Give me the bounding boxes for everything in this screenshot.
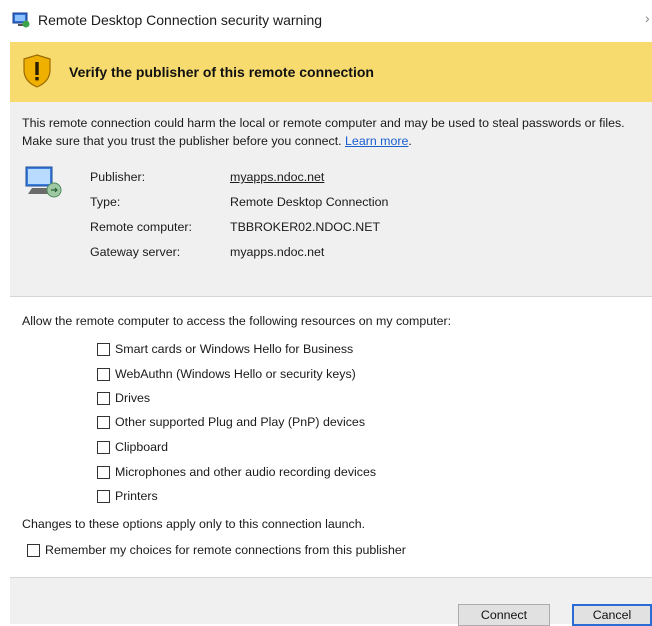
checkbox[interactable] bbox=[97, 489, 110, 503]
option-label: Other supported Plug and Play (PnP) devi… bbox=[115, 415, 366, 429]
publisher-link[interactable]: myapps.ndoc.net bbox=[230, 170, 324, 184]
warning-text: This remote connection could harm the lo… bbox=[22, 116, 625, 148]
option-label: Microphones and other audio recording de… bbox=[115, 465, 377, 479]
resources-intro: Allow the remote computer to access the … bbox=[22, 314, 452, 328]
remote-desktop-icon bbox=[12, 12, 30, 28]
connection-details-section: This remote connection could harm the lo… bbox=[10, 102, 652, 297]
remote-computer-value: TBBROKER02.NDOC.NET bbox=[230, 220, 381, 234]
option-drives[interactable]: Drives bbox=[97, 389, 150, 407]
remember-choices-option[interactable]: Remember my choices for remote connectio… bbox=[27, 541, 406, 559]
option-label: Clipboard bbox=[115, 440, 169, 454]
option-webauthn[interactable]: WebAuthn (Windows Hello or security keys… bbox=[97, 365, 356, 383]
checkbox[interactable] bbox=[97, 342, 110, 356]
remember-label: Remember my choices for remote connectio… bbox=[45, 543, 406, 557]
remote-computer-label: Remote computer: bbox=[90, 220, 192, 234]
computer-connection-icon bbox=[25, 166, 62, 198]
cancel-button[interactable]: Cancel bbox=[572, 604, 652, 626]
dialog-footer: Connect Cancel bbox=[10, 578, 652, 626]
option-label: Smart cards or Windows Hello for Busines… bbox=[115, 342, 354, 356]
option-clipboard[interactable]: Clipboard bbox=[97, 438, 168, 456]
checkbox[interactable] bbox=[97, 440, 110, 454]
option-microphones[interactable]: Microphones and other audio recording de… bbox=[97, 463, 376, 481]
learn-more-link[interactable]: Learn more bbox=[345, 134, 408, 148]
gateway-server-value: myapps.ndoc.net bbox=[230, 245, 325, 259]
option-label: WebAuthn (Windows Hello or security keys… bbox=[115, 367, 356, 381]
publisher-label: Publisher: bbox=[90, 170, 146, 184]
warning-message: This remote connection could harm the lo… bbox=[22, 114, 642, 150]
option-smart-cards[interactable]: Smart cards or Windows Hello for Busines… bbox=[97, 340, 353, 358]
title-bar: Remote Desktop Connection security warni… bbox=[0, 0, 652, 42]
option-label: Printers bbox=[115, 489, 158, 503]
option-printers[interactable]: Printers bbox=[97, 487, 158, 505]
type-value: Remote Desktop Connection bbox=[230, 195, 389, 209]
option-label: Drives bbox=[115, 391, 151, 405]
option-pnp-devices[interactable]: Other supported Plug and Play (PnP) devi… bbox=[97, 413, 365, 431]
banner-heading: Verify the publisher of this remote conn… bbox=[69, 64, 374, 80]
changes-note: Changes to these options apply only to t… bbox=[22, 517, 366, 531]
window-title: Remote Desktop Connection security warni… bbox=[38, 12, 323, 28]
shield-warning-icon bbox=[23, 54, 51, 88]
checkbox[interactable] bbox=[97, 465, 110, 479]
gateway-server-label: Gateway server: bbox=[90, 245, 181, 259]
close-icon[interactable]: › bbox=[645, 10, 650, 26]
checkbox[interactable] bbox=[97, 367, 110, 381]
checkbox[interactable] bbox=[97, 415, 110, 429]
checkbox[interactable] bbox=[27, 543, 40, 557]
checkbox[interactable] bbox=[97, 391, 110, 405]
type-label: Type: bbox=[90, 195, 121, 209]
warning-suffix: . bbox=[408, 134, 412, 148]
connect-button[interactable]: Connect bbox=[458, 604, 550, 626]
publisher-warning-banner: Verify the publisher of this remote conn… bbox=[10, 42, 652, 102]
resources-section: Allow the remote computer to access the … bbox=[10, 297, 652, 578]
